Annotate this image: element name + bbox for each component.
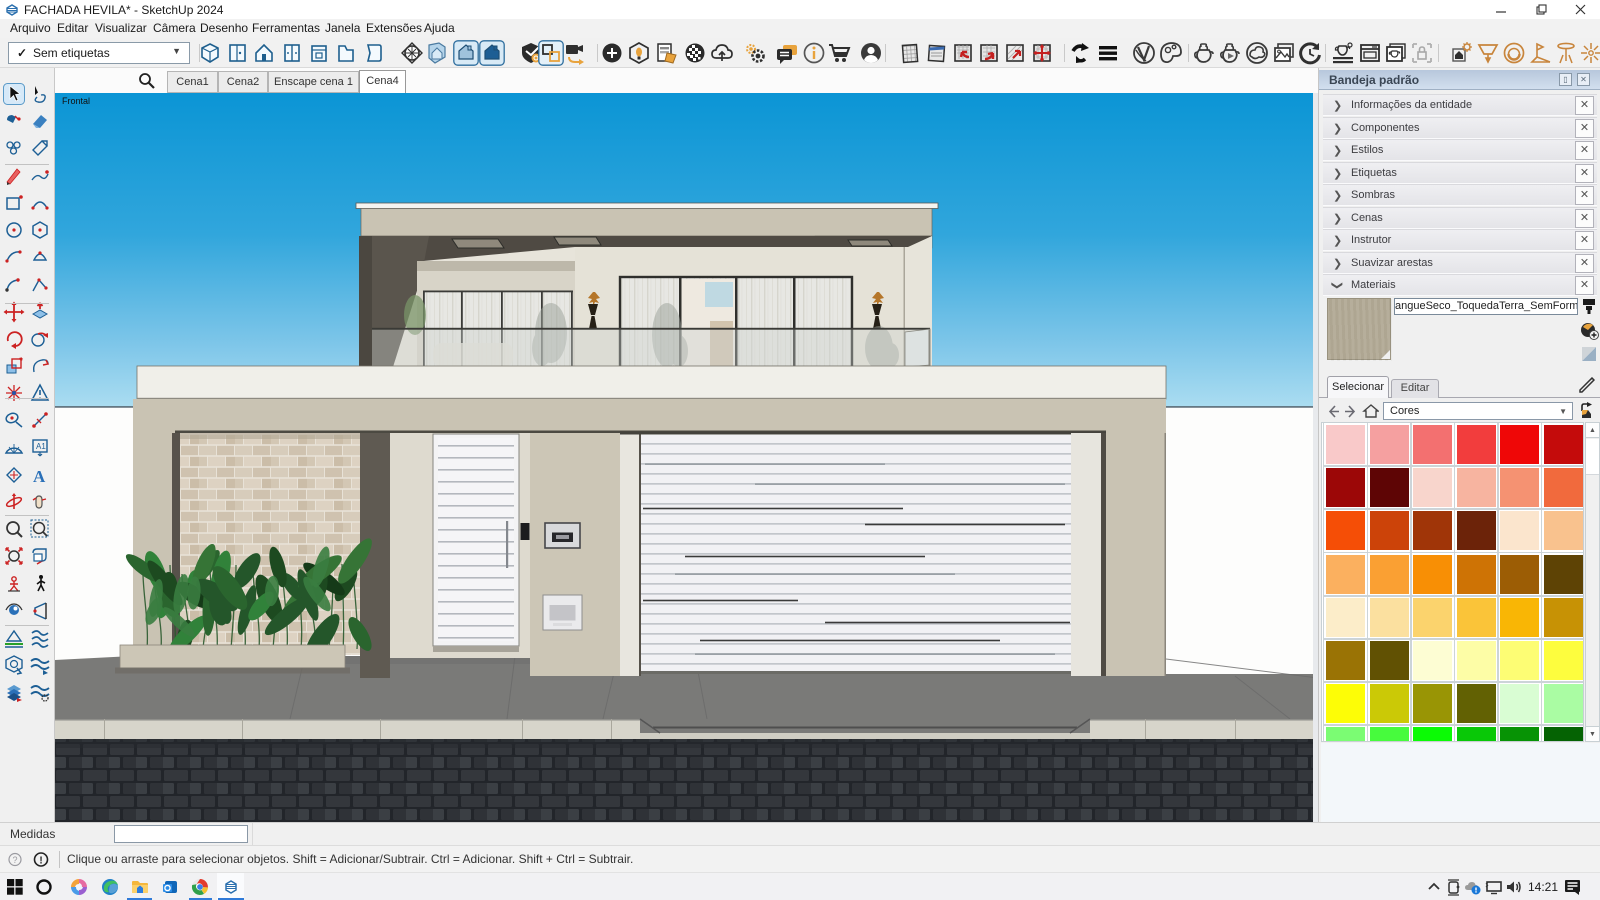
svg-text:?: ?	[12, 855, 17, 865]
svg-text:A1: A1	[36, 442, 46, 451]
svg-text:Frontal: Frontal	[62, 96, 90, 106]
svg-text:A: A	[33, 467, 46, 486]
svg-text:!: !	[39, 856, 42, 867]
